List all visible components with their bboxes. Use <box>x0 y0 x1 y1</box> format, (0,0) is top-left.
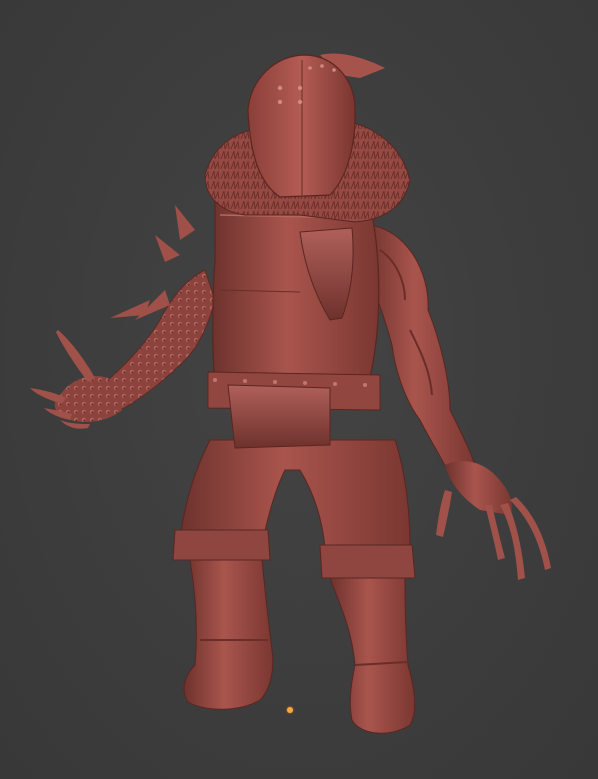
chest-plate <box>212 199 380 386</box>
left-arm-scaled <box>107 205 216 411</box>
right-arm-muscular <box>364 224 476 476</box>
3d-viewport[interactable] <box>0 0 598 779</box>
belt <box>207 371 381 449</box>
right-claw-hand <box>436 461 551 580</box>
left-boot <box>183 559 274 710</box>
pivot-point-marker[interactable] <box>287 707 293 713</box>
left-claw-hand <box>30 330 122 429</box>
sculpted-character-model[interactable] <box>0 0 598 779</box>
right-boot <box>329 577 416 734</box>
trousers <box>172 439 416 579</box>
